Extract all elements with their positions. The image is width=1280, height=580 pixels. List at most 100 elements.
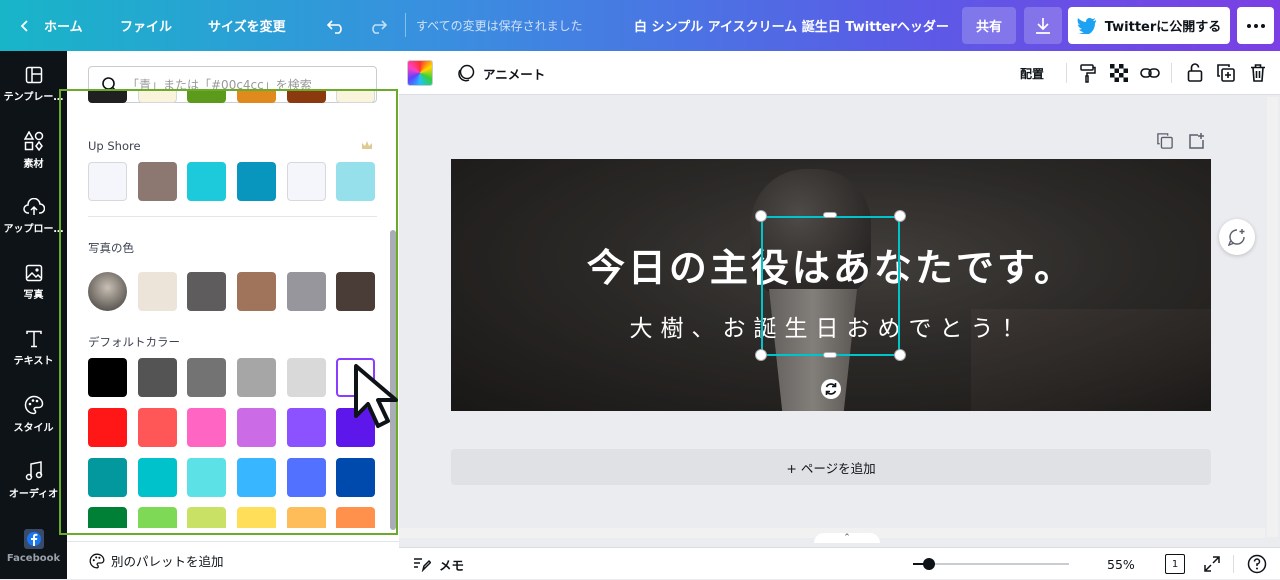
color-swatch[interactable]: [138, 507, 177, 528]
color-swatch[interactable]: [138, 458, 177, 497]
notes-button[interactable]: メモ: [413, 548, 464, 580]
photo-colors-label: 写真の色: [88, 241, 134, 255]
home-button[interactable]: ホーム: [18, 0, 83, 51]
resize-menu[interactable]: サイズを変更: [208, 0, 286, 51]
rail-item-elements[interactable]: 素材: [0, 117, 67, 183]
color-swatch[interactable]: [287, 272, 326, 311]
link-icon[interactable]: [1140, 66, 1160, 80]
undo-icon: [326, 19, 342, 34]
color-swatch[interactable]: [138, 272, 177, 311]
rail-item-text[interactable]: テキスト: [0, 315, 67, 381]
color-swatch[interactable]: [336, 89, 375, 103]
help-icon[interactable]: [1247, 554, 1267, 574]
color-swatch[interactable]: [138, 162, 177, 201]
color-swatch[interactable]: [336, 507, 375, 528]
color-swatch[interactable]: [336, 162, 375, 201]
color-swatch[interactable]: [187, 458, 226, 497]
color-swatch[interactable]: [187, 507, 226, 528]
add-page-icon[interactable]: [1189, 133, 1205, 149]
color-swatch[interactable]: [287, 162, 326, 201]
rotate-handle[interactable]: [821, 379, 841, 399]
color-swatch[interactable]: [336, 272, 375, 311]
color-swatch[interactable]: [287, 507, 326, 528]
color-swatch[interactable]: [287, 89, 326, 103]
color-swatch[interactable]: [187, 272, 226, 311]
color-swatch[interactable]: [287, 358, 326, 397]
add-page-button[interactable]: + ページを追加: [451, 449, 1211, 485]
animate-button[interactable]: アニメート: [457, 51, 545, 95]
color-swatch[interactable]: [187, 358, 226, 397]
file-menu[interactable]: ファイル: [120, 0, 172, 51]
design-page[interactable]: 今日の主役はあなたです。 大樹、お誕生日おめでとう！: [451, 159, 1211, 411]
color-swatch[interactable]: [88, 507, 127, 528]
more-button[interactable]: [1237, 7, 1274, 44]
color-swatch[interactable]: [187, 408, 226, 447]
color-picker-button[interactable]: [407, 60, 433, 86]
color-swatch[interactable]: [138, 89, 177, 103]
color-swatch[interactable]: [88, 458, 127, 497]
color-swatch[interactable]: [138, 358, 177, 397]
add-palette-button[interactable]: 別のパレットを追加: [67, 541, 399, 579]
rail-item-facebook[interactable]: Facebook: [0, 513, 67, 579]
color-swatch[interactable]: [88, 89, 127, 103]
color-swatch[interactable]: [187, 162, 226, 201]
zoom-level[interactable]: 55%: [1107, 548, 1135, 580]
undo-button[interactable]: [326, 0, 346, 51]
divider: [1171, 63, 1172, 83]
rail-label: テキスト: [13, 355, 54, 367]
publish-twitter-button[interactable]: Twitterに公開する: [1068, 7, 1230, 44]
resize-handle[interactable]: [894, 349, 906, 361]
selection-box[interactable]: [761, 216, 900, 356]
arrange-button[interactable]: 配置: [1020, 51, 1044, 95]
color-swatch[interactable]: [88, 358, 127, 397]
resize-handle[interactable]: [755, 349, 767, 361]
color-swatch[interactable]: [88, 408, 127, 447]
photo-thumbnail[interactable]: [88, 272, 127, 311]
color-search-input[interactable]: 「青」または「#00c4cc」を検索: [88, 66, 377, 103]
zoom-slider-thumb[interactable]: [923, 558, 935, 570]
share-button[interactable]: 共有: [962, 7, 1016, 44]
page-count-button[interactable]: 1: [1165, 554, 1185, 574]
resize-handle[interactable]: [894, 210, 906, 222]
color-swatch[interactable]: [237, 458, 276, 497]
color-swatch[interactable]: [187, 89, 226, 103]
color-swatch[interactable]: [336, 458, 375, 497]
color-swatch[interactable]: [237, 358, 276, 397]
color-swatch[interactable]: [237, 507, 276, 528]
transparency-icon[interactable]: [1110, 64, 1128, 82]
resize-handle[interactable]: [755, 210, 767, 222]
color-swatch[interactable]: [237, 272, 276, 311]
rail-item-photos[interactable]: 写真: [0, 249, 67, 315]
rail-item-templates[interactable]: テンプレー…: [0, 51, 67, 117]
duplicate-page-icon[interactable]: [1157, 133, 1173, 149]
comment-button[interactable]: [1219, 219, 1255, 255]
duplicate-icon[interactable]: [1217, 64, 1235, 82]
document-title[interactable]: 白 シンプル アイスクリーム 誕生日 Twitterヘッダー: [634, 0, 949, 51]
rail-item-uploads[interactable]: アップロー…: [0, 183, 67, 249]
resize-handle[interactable]: [823, 212, 837, 218]
color-swatch[interactable]: [237, 162, 276, 201]
color-swatch[interactable]: [287, 408, 326, 447]
color-swatch[interactable]: [287, 458, 326, 497]
fullscreen-icon[interactable]: [1204, 556, 1220, 572]
resize-handle[interactable]: [823, 352, 837, 358]
color-swatch[interactable]: [138, 408, 177, 447]
expand-pages-button[interactable]: ⌃: [814, 533, 880, 543]
paint-roller-icon[interactable]: [1079, 63, 1097, 83]
facebook-icon: [23, 528, 44, 549]
home-label: ホーム: [44, 20, 83, 35]
palette-icon: [24, 395, 43, 414]
more-dots-icon: [1246, 23, 1265, 28]
trash-icon[interactable]: [1250, 64, 1266, 82]
canvas-scrollbar[interactable]: [1267, 97, 1278, 537]
download-button[interactable]: [1024, 7, 1062, 44]
rail-label: 素材: [23, 158, 44, 170]
color-swatch[interactable]: [237, 89, 276, 103]
unlock-icon[interactable]: [1187, 62, 1203, 82]
rail-item-audio[interactable]: オーディオ: [0, 447, 67, 513]
rail-item-styles[interactable]: スタイル: [0, 381, 67, 447]
redo-button[interactable]: [368, 0, 388, 51]
color-swatch[interactable]: [88, 162, 127, 201]
color-swatch[interactable]: [237, 408, 276, 447]
zoom-slider[interactable]: [913, 558, 1069, 570]
